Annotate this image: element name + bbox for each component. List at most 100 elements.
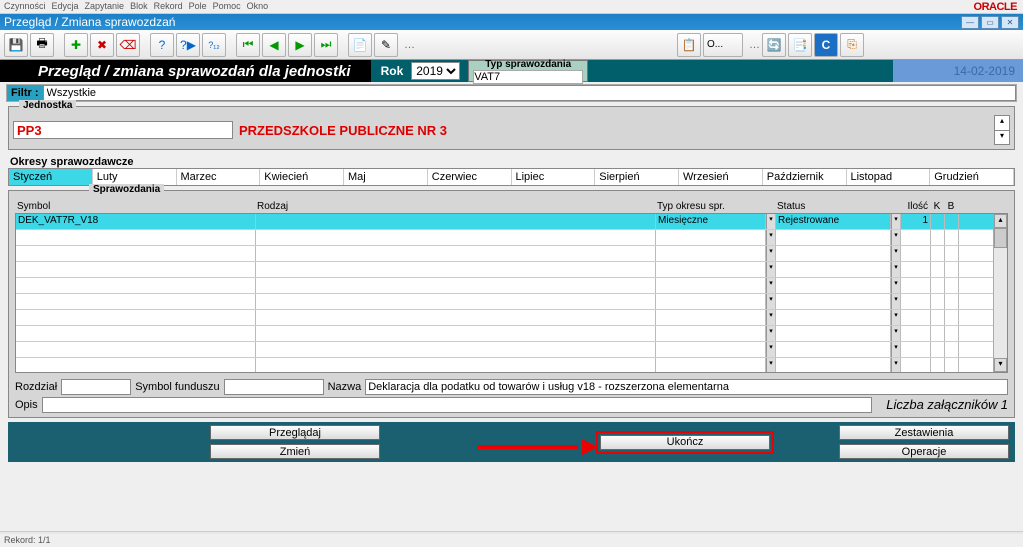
dropdown-icon[interactable]: ▾ [766,278,776,293]
ukoncz-button[interactable]: Ukończ [600,435,770,450]
lov-icon[interactable]: 📋 [677,33,701,57]
dropdown-icon[interactable]: ▾ [766,230,776,245]
cell-status[interactable]: Rejestrowane [776,214,891,229]
add-icon[interactable]: ✚ [64,33,88,57]
zmien-button[interactable]: Zmień [210,444,380,459]
table-row[interactable]: ▾▾ [16,262,1007,278]
dropdown-icon[interactable]: ▾ [766,214,776,229]
export-icon[interactable]: 📄 [348,33,372,57]
dropdown-icon[interactable]: ▾ [766,294,776,309]
table-row[interactable]: ▾▾ [16,342,1007,358]
month-tab[interactable]: Wrzesień [679,169,763,185]
spin-up-icon[interactable]: ▴ [995,116,1009,131]
jednostka-spinner[interactable]: ▴▾ [994,115,1010,145]
copy-icon[interactable]: 📑 [788,33,812,57]
dropdown-icon[interactable]: ▾ [891,214,901,229]
cell-symbol[interactable]: DEK_VAT7R_V18 [16,214,256,229]
menu-okno[interactable]: Okno [247,1,269,12]
menu-blok[interactable]: Blok [130,1,148,12]
scroll-up-icon[interactable]: ▴ [994,214,1007,228]
c-icon[interactable]: C [814,33,838,57]
month-tab[interactable]: Maj [344,169,428,185]
menubar[interactable]: Czynności Edycja Zapytanie Blok Rekord P… [0,0,1023,14]
month-tab[interactable]: Kwiecień [260,169,344,185]
month-tab[interactable]: Luty [93,169,177,185]
query-count-icon[interactable]: ?₁₂ [202,33,226,57]
save-icon[interactable]: 💾 [4,33,28,57]
query-enter-icon[interactable]: ? [150,33,174,57]
dropdown-icon[interactable]: ▾ [891,310,901,325]
table-row[interactable]: ▾▾ [16,358,1007,373]
cell-rodzaj[interactable] [256,214,656,229]
dropdown-icon[interactable]: ▾ [891,246,901,261]
month-tab[interactable]: Czerwiec [428,169,512,185]
month-tab[interactable]: Marzec [177,169,261,185]
menu-pomoc[interactable]: Pomoc [213,1,241,12]
month-tab[interactable]: Grudzień [930,169,1014,185]
symbolf-input[interactable] [224,379,324,395]
dropdown-icon[interactable]: ▾ [891,294,901,309]
filtr-input[interactable] [43,85,1017,101]
clear-icon[interactable]: ⌫ [116,33,140,57]
opis-input[interactable] [42,397,873,413]
operacje-button[interactable]: Operacje [839,444,1009,459]
dropdown-icon[interactable]: ▾ [891,342,901,357]
table-row[interactable]: ▾▾ [16,278,1007,294]
spin-down-icon[interactable]: ▾ [995,131,1009,145]
scroll-down-icon[interactable]: ▾ [994,358,1007,372]
przegladaj-button[interactable]: Przeglądaj [210,425,380,440]
dropdown-icon[interactable]: ▾ [891,326,901,341]
typ-value[interactable] [473,70,583,84]
close-button[interactable]: ✕ [1001,16,1019,29]
rok-select[interactable]: 2019 [411,62,460,80]
dropdown-icon[interactable]: ▾ [766,326,776,341]
dropdown-icon[interactable]: ▾ [766,262,776,277]
scrollbar[interactable]: ▴ ▾ [993,214,1007,372]
cell-k[interactable] [931,214,945,229]
query-execute-icon[interactable]: ?▶ [176,33,200,57]
last-record-icon[interactable]: ⏭ [314,33,338,57]
dropdown-icon[interactable]: ▾ [766,246,776,261]
menu-edycja[interactable]: Edycja [52,1,79,12]
table-row[interactable]: DEK_VAT7R_V18 Miesięczne▾ Rejestrowane▾ … [16,214,1007,230]
table-row[interactable]: ▾▾ [16,294,1007,310]
dropdown-icon[interactable]: ▾ [766,310,776,325]
search-field[interactable]: O... [703,33,743,57]
edit-icon[interactable]: ✎ [374,33,398,57]
menu-pole[interactable]: Pole [189,1,207,12]
jednostka-code[interactable]: PP3 [13,121,233,139]
rozdzial-input[interactable] [61,379,131,395]
dropdown-icon[interactable]: ▾ [891,278,901,293]
dropdown-icon[interactable]: ▾ [891,230,901,245]
month-tab[interactable]: Listopad [847,169,931,185]
cell-b[interactable] [945,214,959,229]
refresh-icon[interactable]: 🔄 [762,33,786,57]
scroll-thumb[interactable] [994,228,1007,248]
dropdown-icon[interactable]: ▾ [766,342,776,357]
zestawienia-button[interactable]: Zestawienia [839,425,1009,440]
menu-zapytanie[interactable]: Zapytanie [85,1,125,12]
nazwa-input[interactable] [365,379,1008,395]
cell-ilosc[interactable]: 1 [901,214,931,229]
table-row[interactable]: ▾▾ [16,310,1007,326]
table-row[interactable]: ▾▾ [16,326,1007,342]
next-record-icon[interactable]: ▶ [288,33,312,57]
prev-record-icon[interactable]: ◀ [262,33,286,57]
minimize-button[interactable]: — [961,16,979,29]
maximize-button[interactable]: ▭ [981,16,999,29]
dropdown-icon[interactable]: ▾ [891,358,901,373]
month-tab[interactable]: Styczeń [9,169,93,185]
month-tab[interactable]: Lipiec [512,169,596,185]
delete-icon[interactable]: ✖ [90,33,114,57]
dropdown-icon[interactable]: ▾ [766,358,776,373]
exit-icon[interactable]: ⎘ [840,33,864,57]
dropdown-icon[interactable]: ▾ [891,262,901,277]
cell-typ[interactable]: Miesięczne [656,214,766,229]
month-tab[interactable]: Październik [763,169,847,185]
menu-rekord[interactable]: Rekord [154,1,183,12]
table-row[interactable]: ▾▾ [16,246,1007,262]
month-tab[interactable]: Sierpień [595,169,679,185]
print-icon[interactable]: 🖶 [30,33,54,57]
menu-czynnosci[interactable]: Czynności [4,1,46,12]
table-row[interactable]: ▾▾ [16,230,1007,246]
